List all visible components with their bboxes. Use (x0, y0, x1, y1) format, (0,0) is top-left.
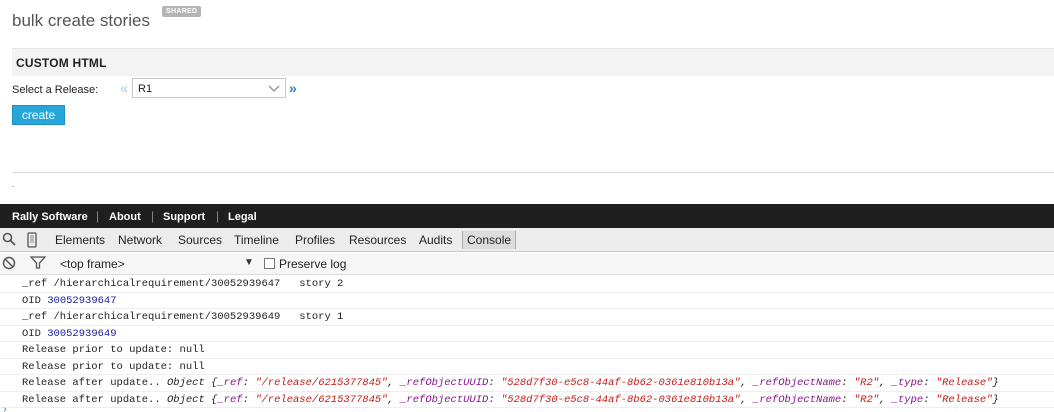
console-text: _ref /hierarchicalrequirement/3005293964… (22, 311, 344, 323)
chevron-down-icon (267, 80, 281, 99)
divider (12, 172, 1054, 173)
footer-link-support[interactable]: Support (163, 211, 205, 223)
object-label[interactable]: Object (167, 394, 205, 406)
console-message: OID 30052939647 (0, 293, 1054, 309)
object-key: _type (891, 377, 924, 389)
object-value: "528d7f30-e5c8-44af-8b62-0361e810b13a" (500, 377, 741, 389)
console-text: Release prior to update: null (22, 360, 205, 373)
release-select[interactable]: R1 (132, 78, 286, 98)
release-selected-value: R1 (138, 83, 153, 95)
footer-link-legal[interactable]: Legal (228, 211, 257, 223)
object-key: _refObjectUUID (400, 393, 489, 406)
footer-link-rally-software[interactable]: Rally Software (12, 211, 88, 223)
clear-console-icon[interactable] (2, 256, 16, 273)
object-value: "Release" (935, 393, 993, 406)
footer-separator: | (151, 209, 155, 223)
object-value: "Release" (935, 377, 993, 389)
footer-link-about[interactable]: About (109, 211, 141, 223)
create-button[interactable]: create (12, 105, 65, 125)
next-release-button[interactable]: » (289, 80, 297, 96)
preserve-log-label: Preserve log (279, 257, 347, 271)
console-filter-bar: <top frame> ▼ Preserve log (0, 253, 1054, 275)
console-text: _ref /hierarchicalrequirement/3005293964… (22, 278, 344, 290)
console-message: Release prior to update: null (0, 359, 1054, 375)
triangle-down-icon[interactable]: ▼ (244, 257, 254, 268)
app-title: bulk create stories (12, 11, 150, 30)
tab-audits[interactable]: Audits (419, 233, 452, 247)
console-message: _ref /hierarchicalrequirement/3005293964… (0, 309, 1054, 326)
console-output: _ref /hierarchicalrequirement/3005293964… (0, 276, 1054, 408)
object-key: _type (891, 393, 924, 406)
console-text: Release after update.. (22, 393, 167, 406)
search-icon[interactable] (2, 232, 16, 249)
panel-header: CUSTOM HTML (12, 48, 1054, 76)
console-message[interactable]: Release after update.. Object {_ref: "/r… (0, 375, 1054, 392)
console-message[interactable]: Release after update.. Object {_ref: "/r… (0, 392, 1054, 408)
console-text: Release prior to update: null (22, 344, 205, 356)
console-prompt[interactable]: › (2, 405, 8, 412)
console-text: Release after update.. (22, 377, 167, 389)
object-key: _ref (217, 393, 243, 406)
console-text: OID (22, 294, 48, 307)
footer-separator: | (96, 209, 100, 223)
object-value: "/release/6215377845" (255, 393, 388, 406)
tab-profiles[interactable]: Profiles (295, 233, 335, 247)
preserve-log-checkbox[interactable] (264, 258, 275, 269)
object-key: _refObjectName (753, 393, 842, 406)
console-number: 30052939649 (47, 327, 117, 340)
object-key: _refObjectName (753, 377, 842, 389)
console-message: Release prior to update: null (0, 342, 1054, 359)
object-value: "R2" (853, 377, 880, 389)
devtools-toolbar: Elements Network Sources Timeline Profil… (0, 228, 1054, 252)
object-value: "528d7f30-e5c8-44af-8b62-0361e810b13a" (500, 393, 741, 406)
shared-badge: SHARED (162, 6, 202, 17)
filter-icon[interactable] (29, 256, 47, 273)
frame-select[interactable]: <top frame> (60, 257, 125, 271)
object-key: _refObjectUUID (400, 377, 489, 389)
footer-bar: Rally Software | About | Support | Legal (0, 204, 1054, 228)
divider-dot (12, 186, 14, 187)
footer-separator: | (216, 209, 220, 223)
tab-sources[interactable]: Sources (178, 233, 222, 247)
object-key: _ref (217, 377, 243, 389)
object-value: "/release/6215377845" (255, 377, 388, 389)
console-number: 30052939647 (47, 294, 117, 307)
device-mode-icon[interactable] (26, 232, 38, 251)
tab-elements[interactable]: Elements (55, 233, 105, 247)
object-value: "R2" (853, 393, 880, 406)
previous-release-button[interactable]: « (120, 80, 128, 96)
console-text: OID (22, 327, 48, 340)
tab-console[interactable]: Console (462, 231, 517, 249)
tab-resources[interactable]: Resources (349, 233, 406, 247)
console-message: _ref /hierarchicalrequirement/3005293964… (0, 276, 1054, 293)
panel-title: CUSTOM HTML (16, 56, 107, 70)
object-label[interactable]: Object (167, 377, 205, 389)
release-label: Select a Release: (12, 84, 99, 96)
tab-timeline[interactable]: Timeline (234, 233, 279, 247)
tab-network[interactable]: Network (118, 233, 162, 247)
console-message: OID 30052939649 (0, 326, 1054, 342)
